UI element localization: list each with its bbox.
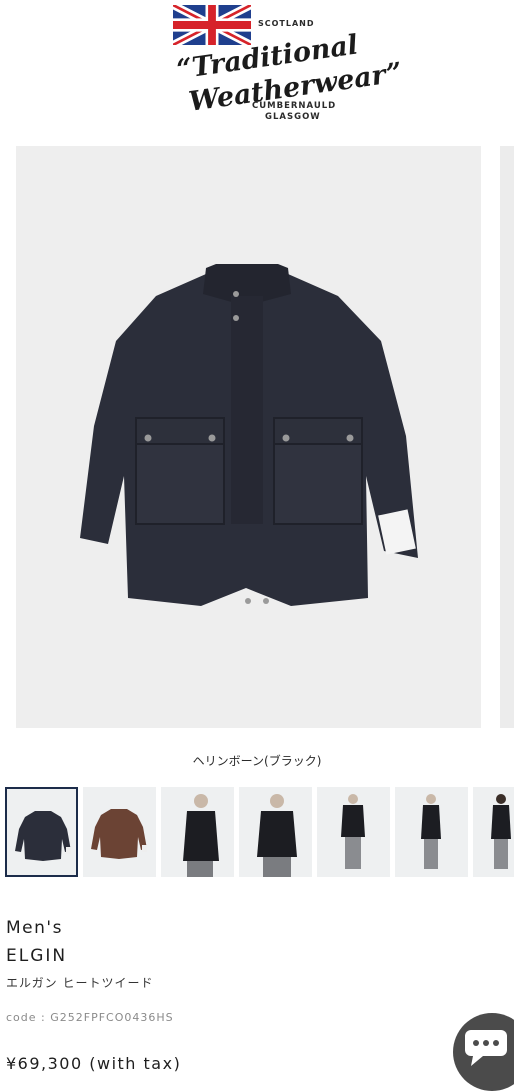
product-code: code : G252FPFCO0436HS xyxy=(6,1011,174,1024)
thumbnail-black-coat[interactable] xyxy=(5,787,78,877)
union-jack-flag-icon xyxy=(173,5,251,45)
thumbnail-model-full-front[interactable] xyxy=(317,787,390,877)
main-product-image[interactable] xyxy=(16,146,481,728)
product-name: ELGIN xyxy=(6,946,68,966)
thumbnail-brown-coat[interactable] xyxy=(83,787,156,877)
coat-illustration xyxy=(80,264,418,606)
product-name-kana: エルガン ヒートツイード xyxy=(6,976,154,990)
next-image-peek[interactable] xyxy=(500,146,514,728)
thumbnail-strip[interactable] xyxy=(5,786,514,878)
logo-city-line2: GLASGOW xyxy=(265,112,321,122)
selected-color-name: ヘリンボーン(ブラック) xyxy=(192,754,322,768)
product-category: Men's xyxy=(6,918,63,938)
thumbnail-model-full-back[interactable] xyxy=(473,787,514,877)
chat-bubble-icon xyxy=(465,1030,507,1066)
chat-button[interactable] xyxy=(453,1013,514,1091)
thumbnail-model-full-side[interactable] xyxy=(395,787,468,877)
brand-logo[interactable]: SCOTLAND “Traditional Weatherwear” CUMBE… xyxy=(170,2,404,128)
thumbnail-model-front[interactable] xyxy=(161,787,234,877)
logo-region: SCOTLAND xyxy=(258,19,315,28)
logo-city-line1: CUMBERNAULD xyxy=(252,101,337,111)
thumbnail-model-closeup[interactable] xyxy=(239,787,312,877)
product-price: ¥69,300 (with tax) xyxy=(6,1054,182,1073)
